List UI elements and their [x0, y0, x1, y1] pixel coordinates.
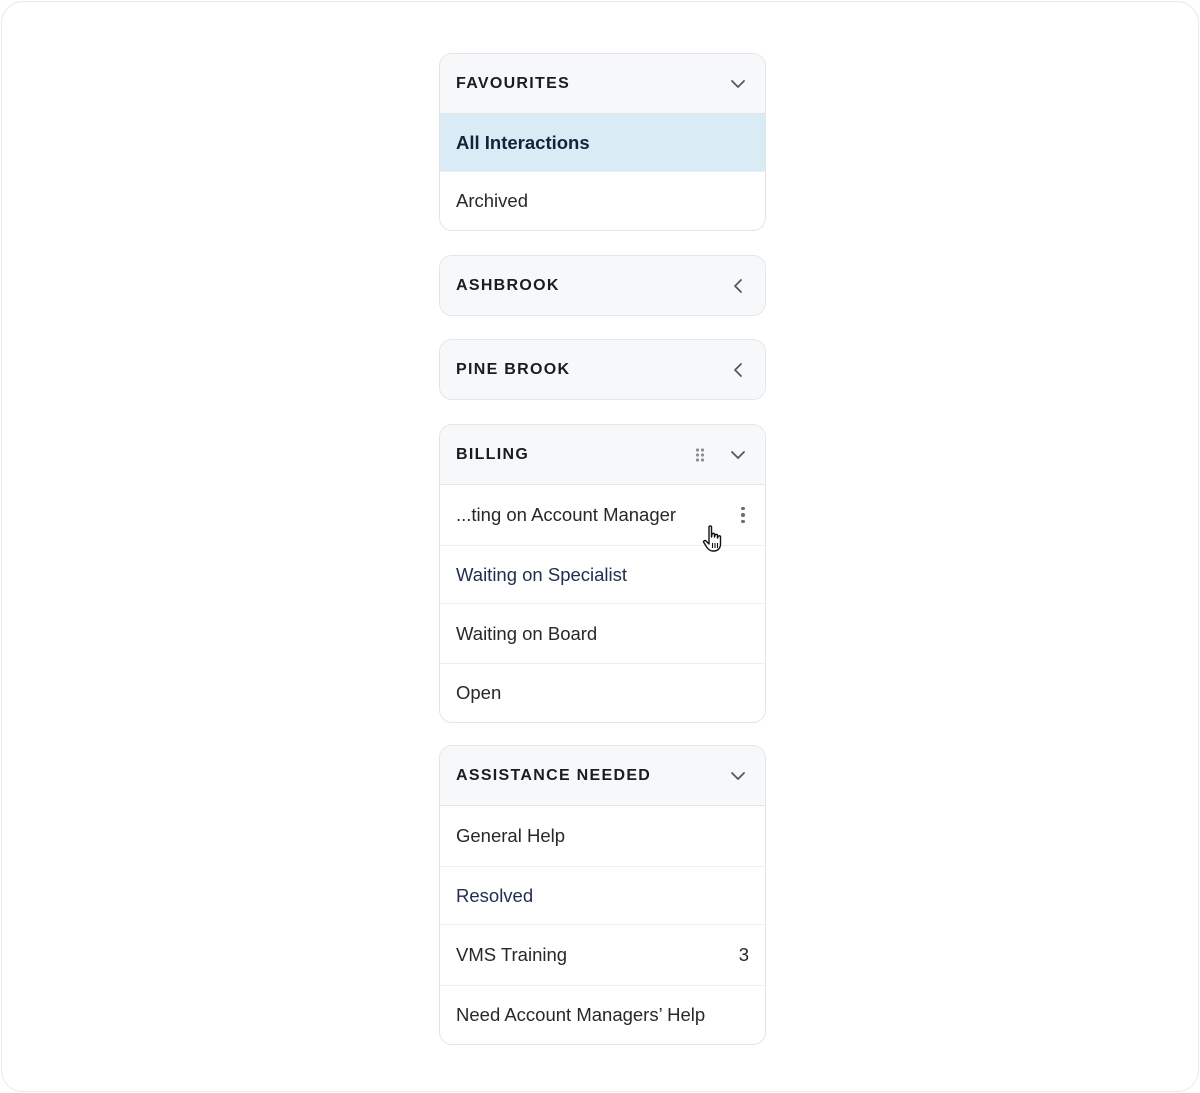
chevron-down-icon[interactable] [727, 73, 749, 95]
panel-pine-brook: PINE BROOK [439, 339, 766, 400]
panel-title: ASHBROOK [456, 276, 560, 294]
item-label: Archived [456, 190, 528, 211]
chevron-down-icon[interactable] [727, 765, 749, 787]
panel-favourites: FAVOURITES All Interactions Archived [439, 53, 766, 231]
list-item-waiting-on-specialist[interactable]: Waiting on Specialist [440, 546, 765, 604]
item-count-badge: 3 [738, 944, 749, 965]
item-label: All Interactions [456, 131, 590, 153]
panel-header-favourites[interactable]: FAVOURITES [440, 54, 765, 114]
list-item-general-help[interactable]: General Help [440, 806, 765, 867]
more-vertical-icon[interactable] [737, 506, 749, 524]
panel-title: FAVOURITES [456, 74, 571, 92]
item-label: ...ting on Account Manager [456, 504, 677, 525]
chevron-down-icon[interactable] [727, 444, 749, 466]
list-item-waiting-on-board[interactable]: Waiting on Board [440, 604, 765, 664]
list-item-resolved[interactable]: Resolved [440, 867, 765, 925]
item-label: Open [456, 682, 502, 703]
item-label: Waiting on Board [456, 622, 598, 644]
panel-header-billing[interactable]: BILLING [440, 425, 765, 485]
item-label: Waiting on Specialist [456, 563, 628, 585]
panel-header-ashbrook[interactable]: ASHBROOK [440, 256, 765, 315]
panel-title: ASSISTANCE NEEDED [456, 766, 652, 784]
list-item-vms-training[interactable]: VMS Training 3 [440, 925, 765, 986]
chevron-left-icon[interactable] [727, 275, 749, 297]
item-label: Need Account Managers’ Help [456, 1004, 706, 1025]
list-item-all-interactions[interactable]: All Interactions [440, 114, 765, 172]
panel-billing: BILLING ...ting on Account Manager Waiti… [439, 424, 766, 723]
panel-ashbrook: ASHBROOK [439, 255, 766, 316]
panel-header-pine-brook[interactable]: PINE BROOK [440, 340, 765, 399]
app-frame: FAVOURITES All Interactions Archived ASH… [1, 1, 1199, 1092]
chevron-left-icon[interactable] [727, 359, 749, 381]
drag-handle-icon[interactable] [689, 444, 711, 466]
panel-title: BILLING [456, 445, 530, 463]
list-item-archived[interactable]: Archived [440, 172, 765, 230]
panel-header-assistance-needed[interactable]: ASSISTANCE NEEDED [440, 746, 765, 806]
panel-assistance-needed: ASSISTANCE NEEDED General Help Resolved … [439, 745, 766, 1045]
panel-title: PINE BROOK [456, 360, 571, 378]
list-item-open[interactable]: Open [440, 664, 765, 722]
item-label: General Help [456, 825, 566, 846]
list-item-waiting-on-account-manager[interactable]: ...ting on Account Manager [440, 485, 765, 546]
item-label: VMS Training [456, 944, 568, 965]
list-item-need-account-managers-help[interactable]: Need Account Managers’ Help [440, 986, 765, 1044]
item-label: Resolved [456, 884, 534, 906]
